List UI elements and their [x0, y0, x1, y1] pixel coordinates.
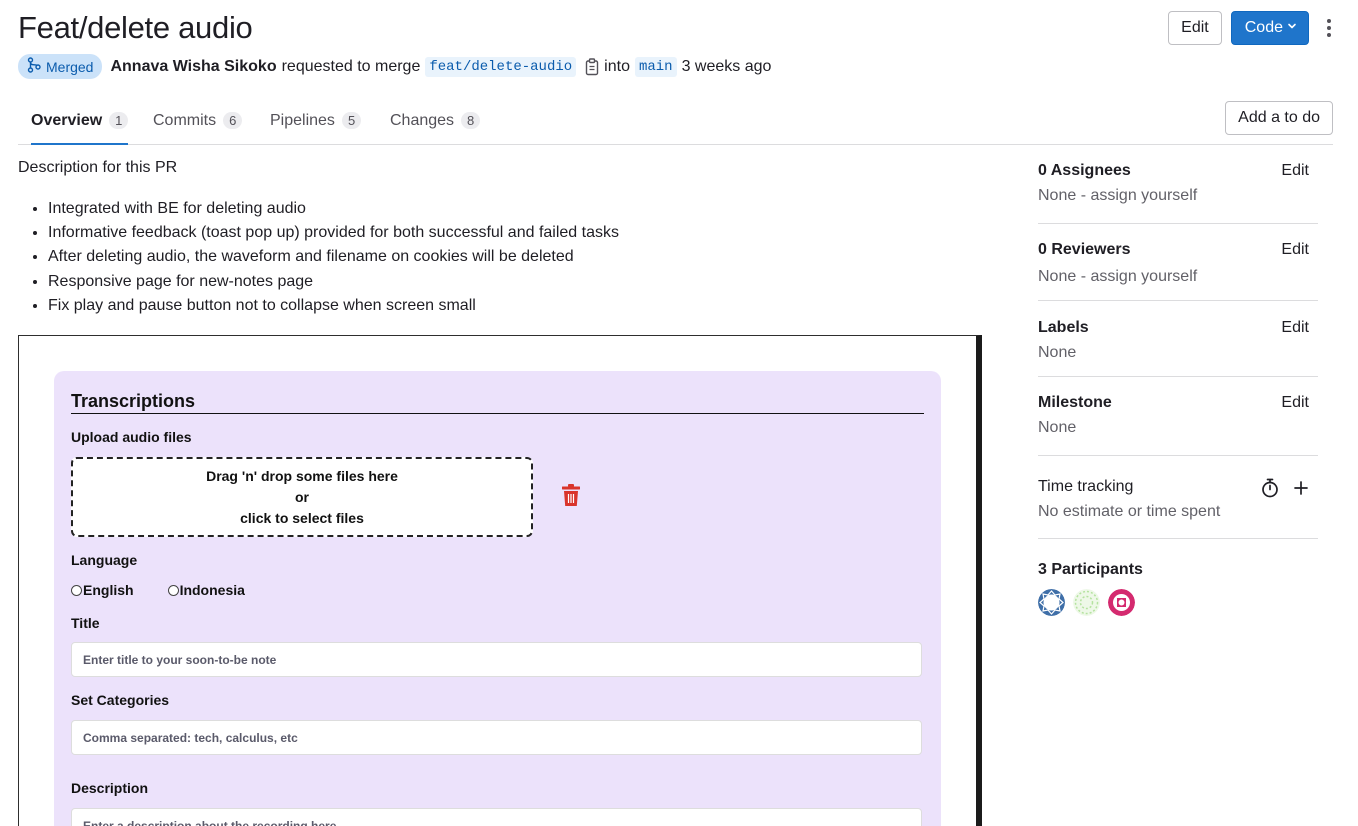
description-input[interactable]: Enter a description about the recording …: [71, 808, 922, 826]
assignees-heading: 0 Assignees: [1038, 162, 1131, 179]
copy-icon[interactable]: [585, 57, 599, 76]
title-label: Title: [71, 615, 100, 631]
title-input[interactable]: Enter title to your soon-to-be note: [71, 642, 922, 677]
description-label: Description: [71, 780, 149, 796]
divider: [1038, 300, 1318, 301]
milestone-section: Milestone None Edit: [1038, 394, 1318, 437]
tab-count: 1: [109, 112, 129, 129]
add-todo-button[interactable]: Add a to do: [1225, 101, 1333, 135]
edit-button[interactable]: Edit: [1168, 11, 1222, 45]
assignees-section: 0 Assignees None - assign yourself Edit: [1038, 162, 1318, 205]
milestone-edit-link[interactable]: Edit: [1281, 394, 1309, 412]
categories-input[interactable]: Comma separated: tech, calculus, etc: [71, 720, 922, 755]
radio-circle[interactable]: [167, 584, 179, 596]
time-tracking-value: No estimate or time spent: [1038, 503, 1221, 520]
action-text: requested to merge: [281, 57, 421, 75]
labels-section: Labels None Edit: [1038, 319, 1318, 362]
tab-label: Commits: [153, 111, 217, 129]
description-list: Integrated with BE for deleting audio In…: [48, 199, 619, 320]
into-text: into: [604, 57, 630, 75]
header-actions: Edit Code: [1168, 11, 1340, 45]
labels-edit-link[interactable]: Edit: [1281, 319, 1309, 337]
reviewers-section: 0 Reviewers None - assign yourself Edit: [1038, 241, 1318, 286]
trash-icon[interactable]: [561, 483, 581, 512]
avatar[interactable]: [1073, 589, 1100, 616]
avatar[interactable]: [1038, 589, 1065, 616]
milestone-value: None: [1038, 419, 1077, 436]
divider: [1038, 223, 1318, 224]
source-branch[interactable]: feat/delete-audio: [425, 56, 577, 77]
tab-changes[interactable]: Changes 8: [390, 97, 481, 144]
reviewers-edit-link[interactable]: Edit: [1281, 241, 1309, 259]
divider: [1038, 455, 1318, 456]
tab-pipelines[interactable]: Pipelines 5: [270, 97, 362, 144]
tab-commits[interactable]: Commits 6: [153, 97, 243, 144]
code-button-label: Code: [1244, 19, 1283, 36]
list-item: Integrated with BE for deleting audio: [48, 199, 619, 223]
tab-count: 5: [341, 112, 362, 129]
panel-title: Transcriptions: [71, 391, 196, 411]
mr-tabs: Overview 1 Commits 6 Pipelines 5 Changes…: [18, 97, 1333, 145]
time-tracking-actions: [1261, 478, 1309, 503]
time-tracking-section: Time tracking No estimate or time spent: [1038, 478, 1318, 521]
title-divider: [71, 413, 924, 414]
merge-request-meta: Merged Annava Wisha Sikoko requested to …: [18, 54, 771, 79]
list-item: Responsive page for new-notes page: [48, 272, 619, 296]
tab-overview[interactable]: Overview 1: [31, 97, 129, 145]
radio-indonesia[interactable]: Indonesia: [167, 582, 245, 598]
plus-icon[interactable]: [1293, 480, 1309, 501]
participants-section: 3 Participants: [1038, 561, 1318, 616]
dropzone-text: Drag 'n' drop some files here: [206, 467, 398, 484]
divider: [1038, 538, 1318, 539]
tab-count: 6: [223, 112, 243, 129]
avatar[interactable]: [1108, 589, 1135, 616]
categories-label: Set Categories: [71, 692, 170, 708]
radio-english[interactable]: English: [71, 582, 134, 598]
tab-label: Overview: [31, 111, 103, 129]
dropzone-text: click to select files: [240, 509, 364, 526]
divider: [1038, 376, 1318, 377]
embedded-screenshot[interactable]: Transcriptions Upload audio files Drag '…: [18, 335, 982, 826]
reviewers-value[interactable]: None - assign yourself: [1038, 268, 1318, 286]
labels-heading: Labels: [1038, 319, 1089, 336]
list-item: Informative feedback (toast pop up) prov…: [48, 223, 619, 247]
participant-avatars: [1038, 589, 1318, 616]
labels-value: None: [1038, 344, 1077, 361]
radio-label: Indonesia: [179, 582, 245, 598]
author-link[interactable]: Annava Wisha Sikoko: [110, 58, 276, 76]
list-item: After deleting audio, the waveform and f…: [48, 247, 619, 271]
status-badge: Merged: [18, 54, 103, 79]
status-badge-label: Merged: [46, 58, 94, 75]
description-intro: Description for this PR: [18, 159, 178, 176]
radio-label: English: [83, 582, 134, 598]
reviewers-heading: 0 Reviewers: [1038, 241, 1131, 258]
participants-heading: 3 Participants: [1038, 561, 1143, 578]
dropzone-text: or: [295, 488, 309, 505]
upload-label: Upload audio files: [71, 429, 192, 445]
tab-label: Pipelines: [270, 111, 335, 129]
code-dropdown-button[interactable]: Code: [1230, 11, 1309, 45]
assignees-value[interactable]: None - assign yourself: [1038, 187, 1318, 205]
target-branch[interactable]: main: [634, 56, 677, 77]
file-dropzone[interactable]: Drag 'n' drop some files here or click t…: [71, 457, 533, 537]
radio-circle[interactable]: [71, 584, 82, 596]
milestone-heading: Milestone: [1038, 394, 1112, 411]
page-title: Feat/delete audio: [18, 10, 253, 45]
merge-icon: [27, 57, 41, 76]
transcriptions-panel: Transcriptions Upload audio files Drag '…: [54, 371, 941, 826]
list-item: Fix play and pause button not to collaps…: [48, 296, 619, 320]
language-radio-group: English Indonesia: [71, 582, 245, 598]
stopwatch-icon[interactable]: [1261, 478, 1279, 503]
assignees-edit-link[interactable]: Edit: [1281, 162, 1309, 180]
chevron-down-icon: [1286, 19, 1298, 37]
tab-count: 8: [461, 112, 481, 129]
timestamp: 3 weeks ago: [681, 57, 772, 75]
more-actions-kebab-icon[interactable]: [1318, 11, 1340, 45]
language-label: Language: [71, 552, 138, 568]
tab-label: Changes: [390, 111, 455, 129]
